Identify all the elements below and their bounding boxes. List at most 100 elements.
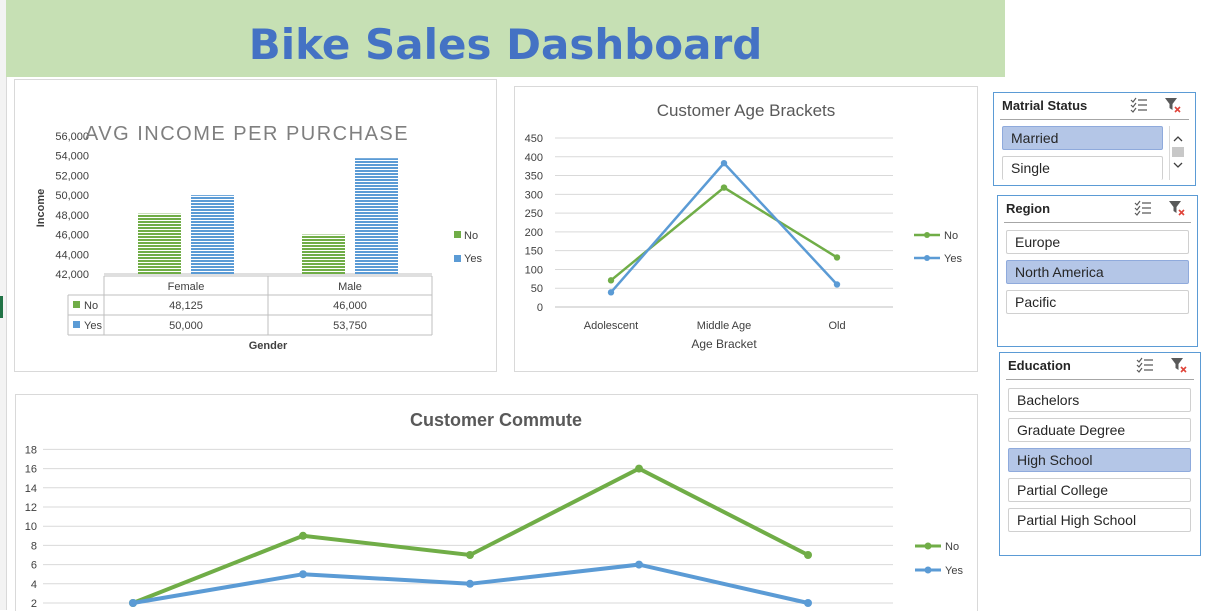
- point-no[interactable]: [720, 184, 728, 191]
- scroll-up-icon[interactable]: [1173, 136, 1183, 142]
- marital-status-slicer[interactable]: Matrial Status Married Single: [993, 92, 1196, 186]
- income-table-row-label: Yes: [84, 320, 102, 332]
- income-table-yes-swatch: [73, 321, 80, 328]
- income-table-cell: 46,000: [333, 300, 367, 312]
- series-line-yes[interactable]: [610, 161, 838, 294]
- bar-yes-female[interactable]: [191, 195, 234, 274]
- point-no[interactable]: [635, 464, 643, 473]
- slicer-item-partial-high-school[interactable]: Partial High School: [1008, 508, 1191, 532]
- point-yes[interactable]: [804, 599, 812, 607]
- age-chart-title: Customer Age Brackets: [657, 101, 836, 120]
- y-tick-label: 18: [25, 444, 37, 456]
- age-chart-panel[interactable]: 450 400 350 300 250 200 150 100 50 0 Customer Age…: [514, 86, 978, 372]
- point-no[interactable]: [466, 551, 474, 559]
- age-chart: 450 400 350 300 250 200 150 100 50 0 Customer Age…: [525, 101, 963, 351]
- slicer-item-pacific[interactable]: Pacific: [1006, 290, 1189, 314]
- series-line-no[interactable]: [610, 186, 838, 282]
- scroll-thumb[interactable]: [1172, 147, 1184, 157]
- legend-no-label: No: [944, 230, 958, 242]
- legend-yes-marker: [924, 255, 930, 261]
- y-tick-label: 400: [525, 152, 543, 164]
- y-tick-label: 16: [25, 464, 37, 476]
- y-tick-label: 44,000: [55, 249, 89, 261]
- education-slicer[interactable]: Education Bachelors Graduate Degree High…: [999, 352, 1201, 556]
- y-tick-label: 2: [31, 598, 37, 610]
- bar-yes-male[interactable]: [355, 158, 398, 274]
- bar-no-female[interactable]: [138, 213, 181, 274]
- slicer-item-north-america[interactable]: North America: [1006, 260, 1189, 284]
- point-no[interactable]: [299, 531, 307, 540]
- y-tick-label: 200: [525, 227, 543, 239]
- y-tick-label: 6: [31, 560, 37, 572]
- scroll-down-icon[interactable]: [1173, 162, 1183, 168]
- age-x-axis-label: Age Bracket: [691, 337, 757, 351]
- commute-chart-panel[interactable]: 18 16 14 12 10 8 6 4 2 Customer Commute No Yes: [15, 394, 978, 611]
- point-yes[interactable]: [720, 159, 728, 167]
- clear-filter-icon[interactable]: [1170, 357, 1188, 373]
- slicer-title: Education: [1008, 358, 1071, 373]
- bar-no-male[interactable]: [302, 234, 345, 274]
- slicer-scrollbar[interactable]: [1169, 126, 1186, 180]
- slicer-header: Matrial Status: [1000, 93, 1189, 120]
- point-yes[interactable]: [833, 281, 841, 288]
- y-tick-label: 100: [525, 264, 543, 276]
- point-no[interactable]: [607, 277, 615, 284]
- age-category-label: Old: [828, 320, 845, 332]
- y-tick-label: 50,000: [55, 190, 89, 202]
- y-tick-label: 46,000: [55, 230, 89, 242]
- commute-chart: 18 16 14 12 10 8 6 4 2 Customer Commute No Yes: [25, 410, 964, 610]
- point-no[interactable]: [804, 551, 812, 559]
- y-tick-label: 350: [525, 171, 543, 183]
- slicer-item-partial-college[interactable]: Partial College: [1008, 478, 1191, 502]
- y-tick-label: 48,000: [55, 210, 89, 222]
- slicer-title: Matrial Status: [1002, 98, 1088, 113]
- slicer-header: Education: [1006, 353, 1194, 380]
- age-category-label: Adolescent: [584, 320, 638, 332]
- legend-no-label: No: [945, 541, 959, 553]
- region-slicer[interactable]: Region Europe North America Pacific: [997, 195, 1198, 347]
- y-tick-label: 10: [25, 521, 37, 533]
- scrollbar-graphic: [1172, 136, 1184, 168]
- point-no[interactable]: [833, 254, 841, 261]
- slicer-item-graduate-degree[interactable]: Graduate Degree: [1008, 418, 1191, 442]
- y-tick-label: 42,000: [55, 269, 89, 281]
- legend-no-marker: [924, 542, 932, 550]
- point-yes[interactable]: [129, 599, 137, 607]
- legend-yes-swatch: [454, 255, 461, 262]
- point-yes[interactable]: [635, 560, 643, 569]
- income-table-cell: 53,750: [333, 320, 367, 332]
- clear-filter-icon[interactable]: [1164, 97, 1182, 113]
- income-chart: 56,00054,00052,00050,00048,00046,00044,0…: [35, 123, 482, 352]
- y-tick-label: 450: [525, 133, 543, 145]
- y-tick-label: 250: [525, 208, 543, 220]
- y-tick-label: 8: [31, 540, 37, 552]
- clear-filter-icon[interactable]: [1168, 200, 1186, 216]
- income-table-no-swatch: [73, 301, 80, 308]
- legend-no-marker: [924, 232, 930, 238]
- slicer-item-married[interactable]: Married: [1002, 126, 1163, 150]
- slicer-item-high-school[interactable]: High School: [1008, 448, 1191, 472]
- multi-select-icon[interactable]: [1130, 97, 1148, 113]
- y-tick-label: 54,000: [55, 151, 89, 163]
- income-chart-panel[interactable]: 56,000 54,000 52,000 50,000 48,000 46,000 44,0…: [14, 79, 497, 372]
- multi-select-icon[interactable]: [1136, 357, 1154, 373]
- multi-select-icon[interactable]: [1134, 200, 1152, 216]
- legend-yes-label: Yes: [464, 253, 482, 265]
- y-tick-label: 52,000: [55, 170, 89, 182]
- slicer-item-bachelors[interactable]: Bachelors: [1008, 388, 1191, 412]
- commute-chart-title: Customer Commute: [410, 410, 582, 430]
- point-yes[interactable]: [607, 289, 615, 296]
- slicer-item-europe[interactable]: Europe: [1006, 230, 1189, 254]
- y-tick-label: 14: [25, 483, 37, 495]
- age-category-label: Middle Age: [697, 320, 751, 332]
- income-category-label: Male: [338, 281, 362, 293]
- legend-no-swatch: [454, 231, 461, 238]
- slicer-item-single[interactable]: Single: [1002, 156, 1163, 180]
- dashboard-banner: Bike Sales Dashboard: [6, 0, 1005, 77]
- y-tick-label: 50: [531, 283, 543, 295]
- legend-no-label: No: [464, 230, 478, 242]
- income-chart-title: AVG INCOME PER PURCHASE: [85, 123, 409, 145]
- point-yes[interactable]: [299, 570, 307, 579]
- income-x-axis-label: Gender: [249, 340, 288, 352]
- point-yes[interactable]: [466, 579, 474, 588]
